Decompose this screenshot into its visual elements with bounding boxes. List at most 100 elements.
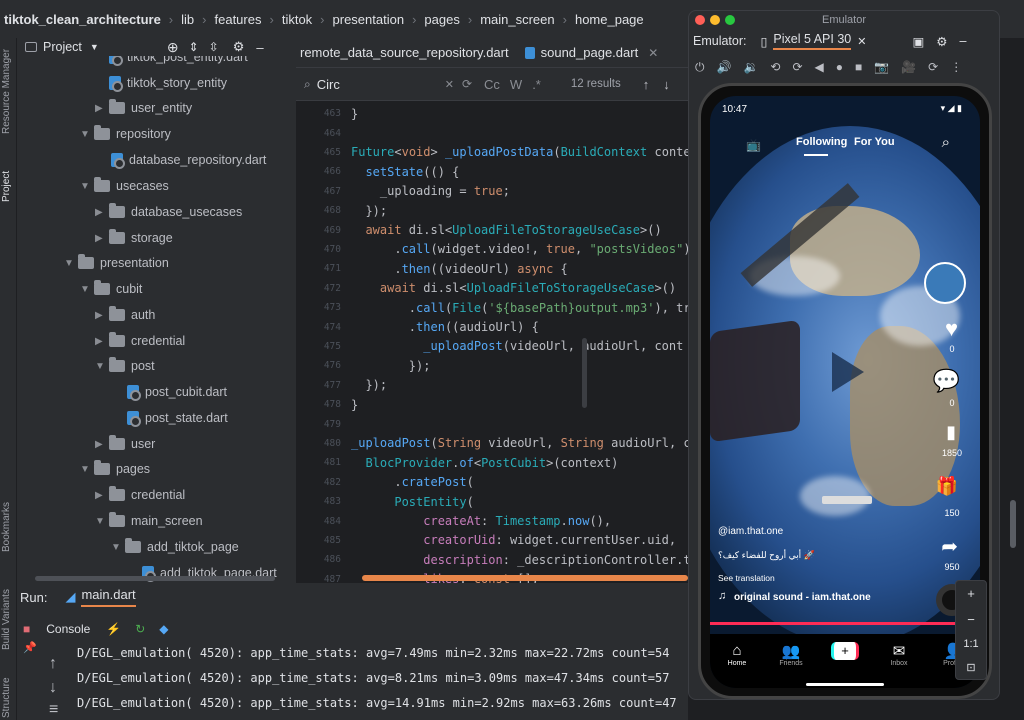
- zoom-out-button[interactable]: −: [967, 612, 975, 627]
- breadcrumb-item[interactable]: features: [215, 12, 262, 27]
- search-input[interactable]: Circ: [317, 77, 445, 92]
- maximize-window-button[interactable]: [725, 15, 735, 25]
- chevron-down-icon[interactable]: ▼: [80, 129, 94, 140]
- chevron-down-icon[interactable]: ▼: [80, 181, 94, 192]
- chevron-right-icon[interactable]: ▶: [95, 490, 109, 501]
- right-scrollbar[interactable]: [1010, 500, 1016, 548]
- tree-item[interactable]: ▼ main_screen: [95, 508, 203, 534]
- gear-icon[interactable]: ⚙: [233, 39, 245, 55]
- nav-friends[interactable]: 👥 Friends: [767, 642, 815, 667]
- code-line[interactable]: 480 _uploadPost(String videoUrl, String a…: [296, 434, 688, 453]
- rotate-left-icon[interactable]: ⟲: [770, 60, 780, 74]
- hot-reload-icon[interactable]: ⚡: [106, 622, 121, 636]
- tree-item[interactable]: ▶ credential: [95, 328, 185, 354]
- code-line[interactable]: 472 await di.sl<UploadFileToStorageUseCa…: [296, 279, 676, 298]
- tree-item[interactable]: database_repository.dart: [111, 147, 266, 173]
- tree-item[interactable]: tiktok_story_entity: [109, 70, 227, 96]
- tree-item[interactable]: ▶ storage: [95, 225, 173, 251]
- code-line[interactable]: 469 await di.sl<UploadFileToStorageUseCa…: [296, 220, 662, 239]
- pin-icon[interactable]: 📌: [23, 641, 37, 654]
- chevron-right-icon[interactable]: ▶: [95, 233, 109, 244]
- tree-item[interactable]: post_cubit.dart: [127, 379, 227, 405]
- chevron-right-icon[interactable]: ▶: [95, 439, 109, 450]
- heart-icon[interactable]: ♥: [945, 316, 958, 342]
- tab-sound-page[interactable]: sound_page.dart: [535, 45, 649, 60]
- share-icon[interactable]: ➦: [941, 534, 958, 559]
- run-config-tab[interactable]: main.dart: [81, 587, 136, 607]
- volume-down-icon[interactable]: 🔉: [743, 60, 758, 74]
- hot-restart-icon[interactable]: ↻: [135, 622, 145, 636]
- tree-item[interactable]: ▶ database_usecases: [95, 199, 242, 225]
- tree-item[interactable]: ▶ user: [95, 431, 155, 457]
- add-post-button[interactable]: +: [831, 642, 859, 660]
- chevron-down-icon[interactable]: ▼: [95, 361, 109, 372]
- code-line[interactable]: 466 setState(() {: [296, 162, 460, 181]
- device-tab[interactable]: Pixel 5 API 30: [773, 32, 852, 50]
- search-icon[interactable]: ⌕: [942, 134, 950, 151]
- tab-remote-data-source[interactable]: remote_data_source_repository.dart: [296, 45, 519, 60]
- code-line[interactable]: 483 PostEntity(: [296, 492, 474, 511]
- code-line[interactable]: 473 .call(File('${basePath}output.mp3'),…: [296, 298, 688, 317]
- post-username[interactable]: @iam.that.one: [718, 526, 783, 537]
- layout-icon[interactable]: ▣: [912, 34, 924, 49]
- bookmarks-tab[interactable]: Bookmarks: [1, 502, 12, 552]
- close-icon[interactable]: ✕: [857, 35, 866, 48]
- breadcrumb-item[interactable]: home_page: [575, 12, 644, 27]
- chevron-down-icon[interactable]: ▼: [111, 542, 125, 553]
- minimize-icon[interactable]: –: [256, 40, 263, 55]
- chevron-right-icon[interactable]: ▶: [95, 310, 109, 321]
- code-line[interactable]: 467 _uploading = true;: [296, 182, 510, 201]
- target-icon[interactable]: ⊕: [167, 39, 179, 56]
- structure-tab[interactable]: Structure: [1, 677, 12, 718]
- nav-home[interactable]: ⌂ Home: [713, 642, 761, 667]
- project-tab[interactable]: Project: [1, 171, 12, 202]
- close-window-button[interactable]: [695, 15, 705, 25]
- see-translation-link[interactable]: See translation: [718, 573, 775, 583]
- breadcrumb-item[interactable]: tiktok: [282, 12, 312, 27]
- regex-toggle[interactable]: .*: [532, 77, 541, 92]
- gear-icon[interactable]: ⚙: [936, 34, 947, 49]
- code-line[interactable]: 479: [296, 414, 351, 433]
- bookmark-icon[interactable]: ▮: [946, 422, 956, 443]
- power-icon[interactable]: ⏻: [695, 60, 705, 75]
- expand-all-icon[interactable]: ⇕: [189, 40, 199, 54]
- code-line[interactable]: 484 createAt: Timestamp.now(),: [296, 511, 611, 530]
- avatar[interactable]: [924, 262, 966, 304]
- resource-manager-tab[interactable]: Resource Manager: [1, 49, 12, 134]
- arrow-up-icon[interactable]: ↑: [643, 77, 650, 92]
- tab-for-you[interactable]: For You: [854, 136, 895, 148]
- clear-search-icon[interactable]: ✕: [445, 78, 454, 91]
- code-line[interactable]: 482 .cratePost(: [296, 473, 474, 492]
- minimize-window-button[interactable]: [710, 15, 720, 25]
- gift-icon[interactable]: 🎁: [936, 476, 958, 497]
- code-line[interactable]: 471 .then((videoUrl) async {: [296, 259, 568, 278]
- tree-item[interactable]: post_state.dart: [127, 405, 228, 431]
- chevron-right-icon[interactable]: ▶: [95, 207, 109, 218]
- horizontal-scrollbar[interactable]: [35, 576, 275, 581]
- sound-label[interactable]: original sound - iam.that.one: [734, 592, 871, 603]
- play-icon[interactable]: [832, 352, 864, 392]
- code-line[interactable]: 477 });: [296, 376, 387, 395]
- chevron-right-icon[interactable]: ▶: [95, 103, 109, 114]
- breadcrumb-item[interactable]: lib: [181, 12, 194, 27]
- zoom-in-button[interactable]: +: [967, 586, 975, 601]
- minimize-icon[interactable]: –: [959, 34, 966, 48]
- tree-item[interactable]: ▶ auth: [95, 302, 155, 328]
- tree-item[interactable]: ▼ repository: [80, 121, 171, 147]
- back-icon[interactable]: ◀: [815, 60, 824, 74]
- regex-history-icon[interactable]: ⟳: [462, 77, 472, 91]
- code-line[interactable]: 465 Future<void> _uploadPostData(BuildCon…: [296, 143, 688, 162]
- code-line[interactable]: 486 description: _descriptionController.…: [296, 550, 688, 569]
- chevron-down-icon[interactable]: ▼: [80, 464, 94, 475]
- tab-following[interactable]: Following: [796, 136, 847, 148]
- code-line[interactable]: 476 });: [296, 356, 431, 375]
- match-case-toggle[interactable]: Cc: [484, 77, 500, 92]
- chevron-right-icon[interactable]: ▶: [95, 336, 109, 347]
- tree-item[interactable]: ▼ pages: [80, 456, 150, 482]
- build-variants-tab[interactable]: Build Variants: [1, 589, 12, 650]
- breadcrumb-item[interactable]: tiktok_clean_architecture: [4, 12, 161, 27]
- code-line[interactable]: 468 });: [296, 201, 387, 220]
- breadcrumb-item[interactable]: presentation: [333, 12, 405, 27]
- code-line[interactable]: 464: [296, 123, 351, 142]
- code-line[interactable]: 475 _uploadPost(videoUrl, audioUrl, cont: [296, 337, 684, 356]
